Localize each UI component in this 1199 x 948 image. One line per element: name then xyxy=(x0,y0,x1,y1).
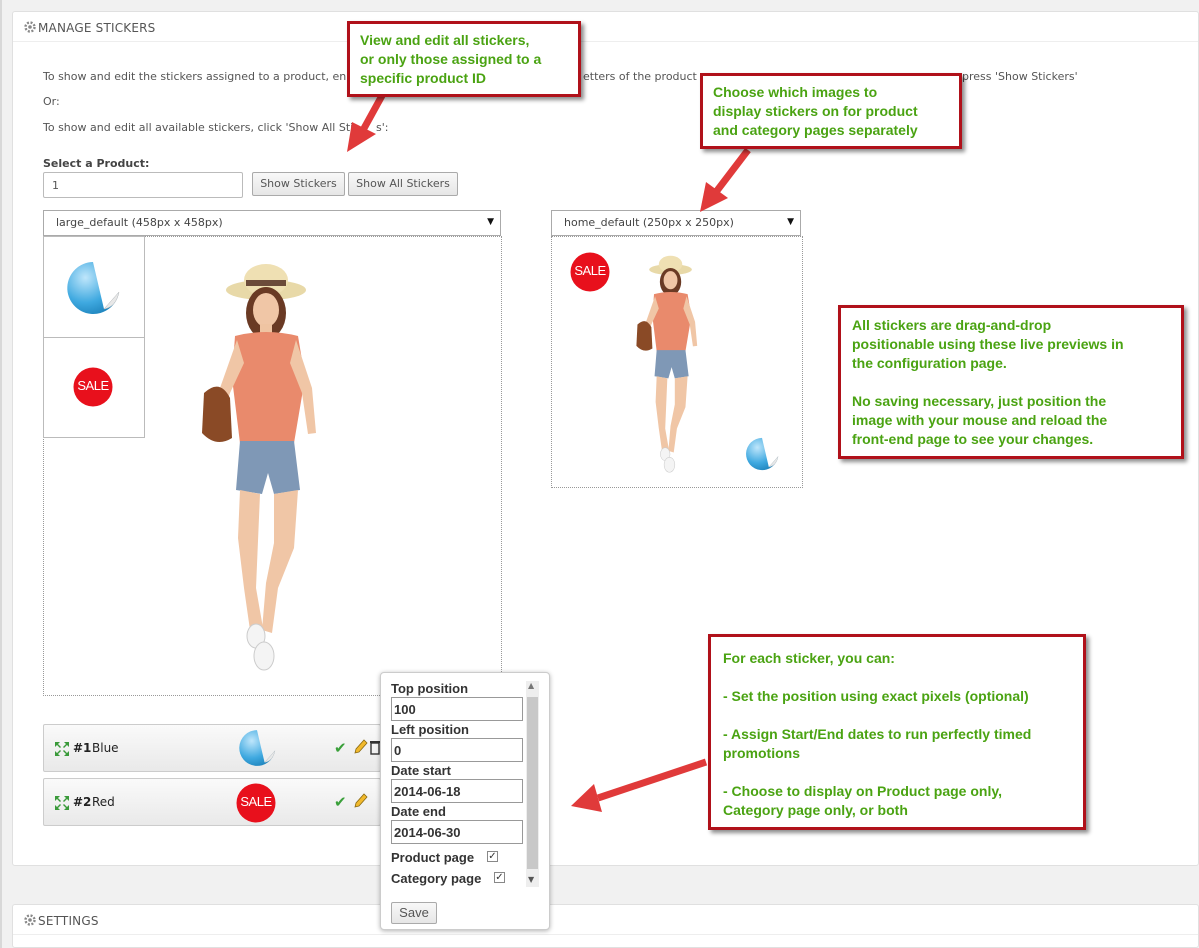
callout-view-edit: View and edit all stickers, or only thos… xyxy=(347,21,581,97)
callout-choose-images: Choose which images to display stickers … xyxy=(700,73,962,149)
callout-line: View and edit all stickers, xyxy=(360,32,530,48)
callout-line xyxy=(852,373,1181,392)
callout-line: front-end page to see your changes. xyxy=(852,431,1094,447)
callout-line: specific product ID xyxy=(360,70,487,86)
callout-each-sticker: For each sticker, you can: - Set the pos… xyxy=(708,634,1086,830)
callout-line xyxy=(723,706,1083,725)
callout-line: the configuration page. xyxy=(852,355,1007,371)
callout-line: Choose which images to xyxy=(713,84,878,100)
callout-line: For each sticker, you can: xyxy=(723,650,895,666)
callout-line xyxy=(723,763,1083,782)
callout-line: and category pages separately xyxy=(713,122,918,138)
callout-line: Category page only, or both xyxy=(723,802,908,818)
callout-line: promotions xyxy=(723,745,800,761)
callout-line: positionable using these live previews i… xyxy=(852,336,1124,352)
callout-line: or only those assigned to a xyxy=(360,51,542,67)
callout-line xyxy=(723,668,1083,687)
callout-line: - Assign Start/End dates to run perfectl… xyxy=(723,726,1032,742)
callout-drag-drop: All stickers are drag-and-drop positiona… xyxy=(838,305,1184,459)
callout-line: display stickers on for product xyxy=(713,103,918,119)
callout-line: - Set the position using exact pixels (o… xyxy=(723,688,1029,704)
callout-line: All stickers are drag-and-drop xyxy=(852,317,1052,333)
callout-line: - Choose to display on Product page only… xyxy=(723,783,1002,799)
callout-line: No saving necessary, just position the xyxy=(852,393,1107,409)
callout-line: image with your mouse and reload the xyxy=(852,412,1108,428)
